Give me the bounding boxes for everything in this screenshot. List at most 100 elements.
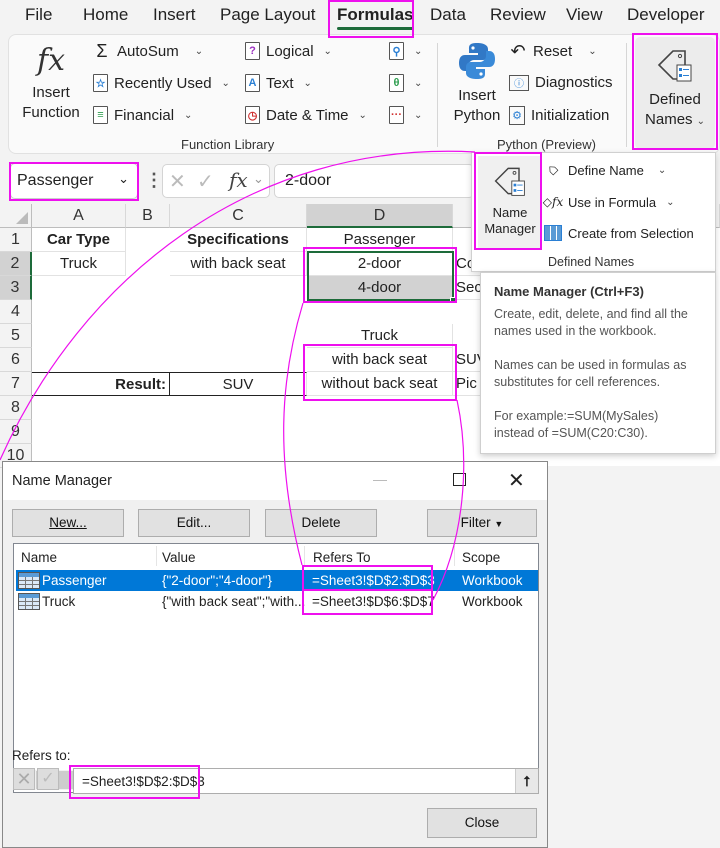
row-scope: Workbook bbox=[462, 573, 523, 588]
drag-handle-icon[interactable]: ⋮ bbox=[145, 170, 163, 191]
row-header-1[interactable]: 1 bbox=[0, 228, 32, 252]
tab-file[interactable]: File bbox=[25, 5, 52, 25]
column-header-c[interactable]: C bbox=[170, 204, 307, 228]
tab-view[interactable]: View bbox=[566, 5, 603, 25]
tooltip-paragraph-1: Create, edit, delete, and find all the n… bbox=[494, 307, 688, 338]
initialization-button[interactable]: ⚙ Initialization bbox=[509, 106, 609, 125]
row-header-2[interactable]: 2 bbox=[0, 252, 32, 276]
delete-button[interactable]: Delete bbox=[265, 509, 377, 537]
close-button[interactable]: Close bbox=[427, 808, 537, 838]
row-header-3[interactable]: 3 bbox=[0, 276, 32, 300]
list-row-passenger[interactable]: Passenger {"2-door";"4-door"} =Sheet3!$D… bbox=[16, 570, 538, 591]
define-name-button[interactable]: ⌂ Define Name ⌄ bbox=[543, 160, 667, 179]
date-time-label: Date & Time bbox=[266, 106, 349, 124]
row-header-5[interactable]: 5 bbox=[0, 324, 32, 348]
chevron-down-icon[interactable]: ⌄ bbox=[253, 171, 264, 187]
define-name-label: Define Name bbox=[568, 162, 644, 178]
insert-python-button[interactable]: Insert Python bbox=[449, 41, 505, 126]
cell-a7-b7[interactable]: Result: bbox=[32, 372, 170, 396]
lookup-reference-button[interactable]: ⚲ ⌄ bbox=[389, 42, 422, 60]
text-button[interactable]: A Text ⌄ bbox=[245, 74, 312, 92]
text-label: Text bbox=[266, 74, 294, 92]
names-list[interactable]: Name Value Refers To Scope Passenger {"2… bbox=[13, 543, 539, 793]
row-header-6[interactable]: 6 bbox=[0, 348, 32, 372]
chevron-down-icon: ⌄ bbox=[323, 45, 332, 57]
confirm-edit-icon[interactable]: ✓ bbox=[37, 768, 59, 790]
row-header-4[interactable]: 4 bbox=[0, 300, 32, 324]
chevron-down-icon: ⌄ bbox=[303, 77, 312, 89]
delete-button-label: Delete bbox=[301, 515, 341, 530]
list-header-value[interactable]: Value bbox=[162, 550, 196, 565]
table-icon bbox=[18, 593, 40, 610]
tab-review[interactable]: Review bbox=[490, 5, 546, 25]
chevron-down-icon: ⌄ bbox=[184, 109, 193, 121]
row-header-9[interactable]: 9 bbox=[0, 420, 32, 444]
select-all-triangle-icon bbox=[16, 212, 28, 224]
date-time-button[interactable]: ◷ Date & Time ⌄ bbox=[245, 106, 367, 124]
cell-a2[interactable]: Truck bbox=[32, 252, 126, 276]
row-header-7[interactable]: 7 bbox=[0, 372, 32, 396]
recently-used-button[interactable]: ☆ Recently Used ⌄ bbox=[93, 74, 230, 92]
highlight-refers-to-input bbox=[69, 765, 200, 799]
use-in-formula-button[interactable]: ◇fx Use in Formula ⌄ bbox=[543, 193, 675, 211]
column-header-d[interactable]: D bbox=[307, 204, 453, 228]
create-from-selection-button[interactable]: Create from Selection bbox=[544, 225, 694, 241]
python-icon bbox=[459, 43, 495, 79]
cell-a1[interactable]: Car Type bbox=[32, 228, 126, 252]
edit-button[interactable]: Edit... bbox=[138, 509, 250, 537]
row-header-8[interactable]: 8 bbox=[0, 396, 32, 420]
cancel-x-icon[interactable]: ✕ bbox=[169, 169, 186, 194]
tooltip-paragraph-2: Names can be used in formulas as substit… bbox=[494, 358, 687, 389]
initialization-label: Initialization bbox=[531, 107, 610, 124]
logical-button[interactable]: ? Logical ⌄ bbox=[245, 42, 332, 60]
theta-book-icon: θ bbox=[389, 74, 404, 92]
tooltip-example-2: instead of =SUM(C20:C30). bbox=[494, 426, 648, 440]
column-header-a[interactable]: A bbox=[32, 204, 126, 228]
cell-c2[interactable]: with back seat bbox=[170, 252, 307, 276]
list-row-truck[interactable]: Truck {"with back seat";"with... =Sheet3… bbox=[16, 591, 538, 612]
list-header-refers-to[interactable]: Refers To bbox=[313, 550, 371, 565]
tab-developer[interactable]: Developer bbox=[627, 5, 705, 25]
cancel-edit-icon[interactable]: ✕ bbox=[13, 768, 35, 790]
autosum-button[interactable]: Σ AutoSum ⌄ bbox=[93, 41, 204, 61]
function-library-group-label: Function Library bbox=[181, 137, 275, 152]
highlight-formulas-tab bbox=[328, 0, 414, 38]
tab-data[interactable]: Data bbox=[430, 5, 466, 25]
chevron-down-icon: ⌄ bbox=[588, 45, 597, 57]
python-group-label: Python (Preview) bbox=[497, 137, 596, 152]
chevron-down-icon: ⌄ bbox=[194, 45, 204, 57]
insert-function-fx-icon[interactable]: fx bbox=[229, 168, 248, 192]
insert-python-label-1: Insert bbox=[458, 87, 496, 104]
chevron-down-icon: ⌄ bbox=[657, 164, 667, 176]
table-icon bbox=[18, 572, 40, 589]
tab-insert[interactable]: Insert bbox=[153, 5, 196, 25]
tab-home[interactable]: Home bbox=[83, 5, 128, 25]
diagnostics-button[interactable]: ⓘ Diagnostics bbox=[509, 74, 613, 91]
formula-input[interactable]: 2-door bbox=[274, 164, 474, 198]
chevron-down-icon: ⌄ bbox=[221, 77, 230, 89]
financial-label: Financial bbox=[114, 106, 175, 124]
row-value: {"with back seat";"with... bbox=[162, 594, 306, 609]
highlight-d6-d7 bbox=[303, 344, 457, 401]
more-functions-button[interactable]: ··· ⌄ bbox=[389, 106, 422, 124]
tab-page-layout[interactable]: Page Layout bbox=[220, 5, 315, 25]
financial-button[interactable]: ≡ Financial ⌄ bbox=[93, 106, 192, 124]
star-book-icon: ☆ bbox=[93, 74, 108, 92]
insert-function-button[interactable]: fx Insert Function bbox=[21, 39, 81, 123]
cell-c1[interactable]: Specifications bbox=[170, 228, 307, 252]
maximize-icon[interactable] bbox=[453, 473, 466, 486]
list-header-name[interactable]: Name bbox=[21, 550, 57, 565]
close-icon[interactable]: ✕ bbox=[508, 468, 525, 493]
reset-button[interactable]: ↶ Reset ⌄ bbox=[509, 41, 597, 61]
column-header-b[interactable]: B bbox=[126, 204, 170, 228]
filter-button[interactable]: Filter ▼ bbox=[427, 509, 537, 537]
cell-c7[interactable]: SUV bbox=[170, 372, 307, 396]
enter-check-icon[interactable]: ✓ bbox=[197, 169, 214, 194]
list-header-scope[interactable]: Scope bbox=[462, 550, 500, 565]
select-all-corner[interactable] bbox=[0, 204, 32, 228]
new-button[interactable]: New... bbox=[12, 509, 124, 537]
collapse-dialog-icon[interactable]: ⭡ bbox=[515, 769, 538, 793]
highlight-name-manager bbox=[474, 152, 542, 250]
tooltip-example-1: For example:=SUM(MySales) bbox=[494, 409, 659, 423]
math-trig-button[interactable]: θ ⌄ bbox=[389, 74, 422, 92]
